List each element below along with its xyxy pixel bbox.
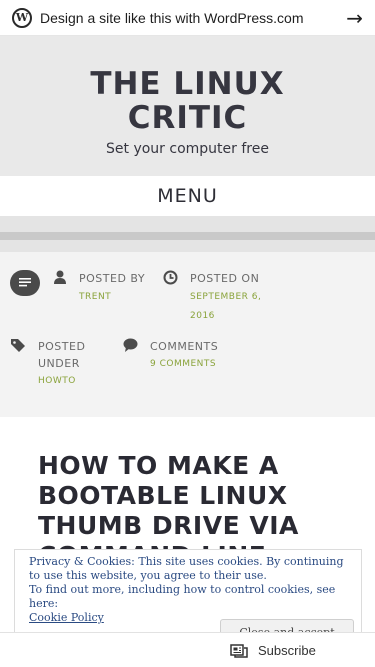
- site-header: THE LINUX CRITIC Set your computer free: [0, 36, 375, 176]
- clock-icon: [163, 270, 178, 289]
- divider: [0, 232, 375, 240]
- site-title-line: CRITIC: [127, 100, 248, 136]
- cookie-notice-text: Privacy & Cookies: This site uses cookie…: [29, 555, 344, 582]
- comment-icon: [123, 338, 138, 356]
- subscribe-label: Subscribe: [258, 643, 316, 658]
- category-link[interactable]: HOWTO: [38, 372, 76, 391]
- cookie-more-info-text: To find out more, including how to contr…: [29, 583, 336, 610]
- comments-label: COMMENTS: [150, 340, 219, 353]
- user-icon: [54, 270, 66, 288]
- wordpress-logo-icon: W: [12, 7, 32, 28]
- author-link[interactable]: TRENT: [79, 288, 111, 307]
- divider: [0, 216, 375, 232]
- tag-icon: [10, 338, 26, 356]
- reader-icon: [230, 643, 248, 658]
- menu-toggle[interactable]: MENU: [0, 176, 375, 216]
- standard-post-icon[interactable]: [10, 270, 40, 296]
- site-title[interactable]: THE LINUX CRITIC: [0, 67, 375, 135]
- subscribe-button[interactable]: Subscribe: [230, 633, 316, 667]
- post-date-link[interactable]: SEPTEMBER 6, 2016: [190, 288, 280, 326]
- cookie-policy-link[interactable]: Cookie Policy: [29, 611, 104, 624]
- entry-meta: POSTED BY TRENT POSTED ON SEPTEMBER 6, 2…: [0, 252, 375, 417]
- posted-under-label: POSTED UNDER: [38, 340, 86, 370]
- posted-on-label: POSTED ON: [190, 272, 260, 285]
- site-tagline: Set your computer free: [106, 141, 269, 157]
- wordpress-promo-bar[interactable]: W Design a site like this with WordPress…: [0, 0, 375, 36]
- arrow-right-icon[interactable]: →: [346, 6, 363, 30]
- divider: [0, 240, 375, 252]
- subscribe-bar: Subscribe: [0, 632, 375, 667]
- promo-text[interactable]: Design a site like this with WordPress.c…: [40, 10, 346, 26]
- site-title-line: THE LINUX: [90, 66, 285, 102]
- posted-by-label: POSTED BY: [79, 272, 146, 285]
- comments-count-link[interactable]: 9 COMMENTS: [150, 355, 216, 374]
- cookie-banner: Privacy & Cookies: This site uses cookie…: [14, 549, 362, 641]
